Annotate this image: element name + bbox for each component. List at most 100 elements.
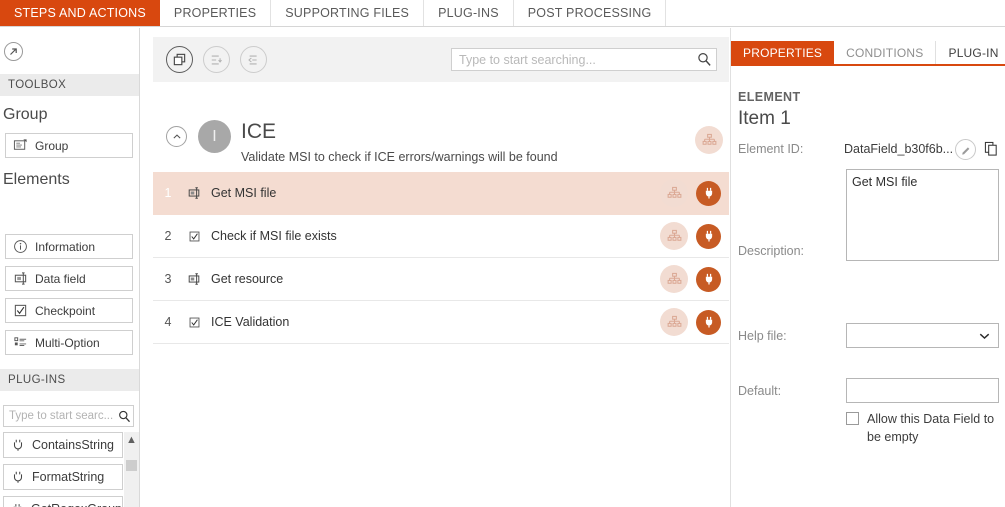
step-actions [660, 308, 729, 336]
checkbox-icon [183, 230, 205, 243]
step-plugin-button[interactable] [696, 180, 721, 206]
scrollbar-thumb[interactable] [126, 460, 137, 471]
plug-icon [705, 230, 712, 242]
step-actions [660, 179, 729, 207]
plugin-search-input[interactable] [4, 410, 115, 422]
allow-empty-label: Allow this Data Field to be empty [867, 412, 995, 445]
copy-layers-button[interactable] [166, 46, 193, 73]
plug-icon [13, 471, 23, 483]
group-avatar-letter: I [212, 127, 217, 145]
step-row[interactable]: 2 Check if MSI file exists [153, 215, 729, 258]
toolbox-item-label: Group [35, 138, 69, 153]
plugin-label: ContainsString [32, 438, 114, 452]
tab-label: PLUG-INS [438, 6, 499, 20]
plug-icon [705, 187, 712, 199]
allow-empty-checkbox-row[interactable]: Allow this Data Field to be empty [846, 410, 1005, 446]
flowchart-icon [667, 272, 681, 284]
default-input[interactable] [846, 378, 999, 403]
group-avatar: I [198, 120, 231, 153]
plugin-list-item[interactable]: ContainsString [3, 432, 123, 458]
edit-element-id-button[interactable] [955, 139, 976, 160]
collapse-all-icon [247, 55, 257, 64]
step-plugin-button[interactable] [696, 223, 721, 249]
element-id-value: DataField_b30f6b... [844, 142, 954, 156]
step-row[interactable]: 3 Get resource [153, 258, 729, 301]
toolbox-item-information[interactable]: Information [5, 234, 133, 259]
step-list: 1 Get MSI file 2 Check if MSI file exist… [153, 172, 729, 344]
tab-properties[interactable]: PROPERTIES [159, 0, 272, 26]
tab-supporting-files[interactable]: SUPPORTING FILES [271, 0, 425, 26]
step-label: ICE Validation [211, 315, 290, 329]
plug-icon [13, 439, 23, 451]
group-header: I ICE Validate MSI to check if ICE error… [153, 88, 729, 164]
properties-tab-bar: PROPERTIES CONDITIONS PLUG-IN 1 [731, 41, 1005, 66]
toolbox-item-group[interactable]: Group [5, 133, 133, 158]
toolbox-item-data-field[interactable]: Data field [5, 266, 133, 291]
step-row[interactable]: 4 ICE Validation [153, 301, 729, 344]
step-flowchart-button[interactable] [660, 179, 688, 207]
toolbox-item-checkpoint[interactable]: Checkpoint [5, 298, 133, 323]
step-plugin-button[interactable] [696, 266, 721, 292]
step-flowchart-button[interactable] [660, 308, 688, 336]
main-content: I ICE Validate MSI to check if ICE error… [141, 28, 729, 507]
chevron-up-icon[interactable]: ▲ [126, 432, 137, 449]
tab-label: PROPERTIES [743, 45, 823, 60]
step-flowchart-button[interactable] [660, 265, 688, 293]
toolbox-item-label: Multi-Option [35, 335, 100, 350]
help-file-select[interactable] [846, 323, 999, 348]
steps-search-input[interactable] [452, 52, 692, 67]
plugin-list-item[interactable]: FormatString [3, 464, 123, 490]
plugin-list: ContainsString FormatString GetRegexGrou… [3, 432, 123, 507]
group-collapse-button[interactable] [166, 126, 187, 147]
plugin-list-item[interactable]: GetRegexGroup [3, 496, 123, 507]
step-plugin-button[interactable] [696, 309, 721, 335]
allow-empty-checkbox[interactable] [846, 412, 859, 425]
default-label: Default: [738, 384, 782, 398]
copy-element-id-button[interactable] [981, 138, 1001, 160]
tab-label: PROPERTIES [173, 6, 257, 20]
plug-icon [705, 316, 712, 328]
tab-conditions[interactable]: CONDITIONS [834, 41, 937, 64]
plugin-list-scrollbar[interactable]: ▲ ▼ [124, 432, 139, 507]
step-number: 2 [164, 229, 172, 243]
step-flowchart-button[interactable] [660, 222, 688, 250]
step-label: Get MSI file [211, 186, 277, 200]
pencil-icon [961, 146, 969, 155]
sidebar-elements-section-title: Elements [3, 171, 70, 188]
plugin-search-box[interactable] [3, 405, 134, 427]
group-title: ICE [241, 120, 277, 143]
steps-search-box[interactable] [451, 48, 717, 71]
step-actions [660, 265, 729, 293]
tab-properties-panel[interactable]: PROPERTIES [731, 41, 835, 64]
data-field-icon [14, 272, 27, 285]
multi-option-icon [14, 337, 27, 346]
expand-all-button[interactable] [203, 46, 230, 73]
step-number: 4 [164, 315, 172, 329]
copy-icon [984, 141, 997, 156]
collapse-all-button[interactable] [240, 46, 267, 73]
tab-plugin[interactable]: PLUG-IN 1 [936, 41, 1005, 64]
description-textarea[interactable] [846, 169, 999, 261]
tab-plug-ins[interactable]: PLUG-INS [424, 0, 514, 26]
step-row[interactable]: 1 Get MSI file [153, 172, 729, 215]
application-window: STEPS AND ACTIONS PROPERTIES SUPPORTING … [0, 0, 1005, 507]
toolbox-item-label: Data field [35, 271, 86, 286]
help-file-label: Help file: [738, 329, 787, 343]
tab-post-processing[interactable]: POST PROCESSING [513, 0, 667, 26]
search-icon [115, 410, 133, 423]
tab-label: POST PROCESSING [527, 6, 652, 20]
tab-label: PLUG-IN [948, 45, 999, 60]
toolbox-item-label: Information [35, 239, 96, 254]
plugin-label: FormatString [32, 470, 105, 484]
group-flowchart-button[interactable] [695, 126, 723, 154]
sidebar-expand-button[interactable] [4, 42, 23, 61]
tab-steps-and-actions[interactable]: STEPS AND ACTIONS [0, 0, 160, 26]
element-id-label: Element ID: [738, 142, 804, 156]
sidebar-plugins-header: PLUG-INS [0, 369, 139, 391]
info-circle-icon [14, 240, 27, 253]
toolbox-item-multi-option[interactable]: Multi-Option [5, 330, 133, 355]
properties-panel: PROPERTIES CONDITIONS PLUG-IN 1 ELEMENT … [730, 28, 1005, 507]
tab-label: STEPS AND ACTIONS [14, 6, 146, 20]
element-kicker: ELEMENT [738, 90, 801, 104]
checkbox-icon [14, 304, 27, 317]
